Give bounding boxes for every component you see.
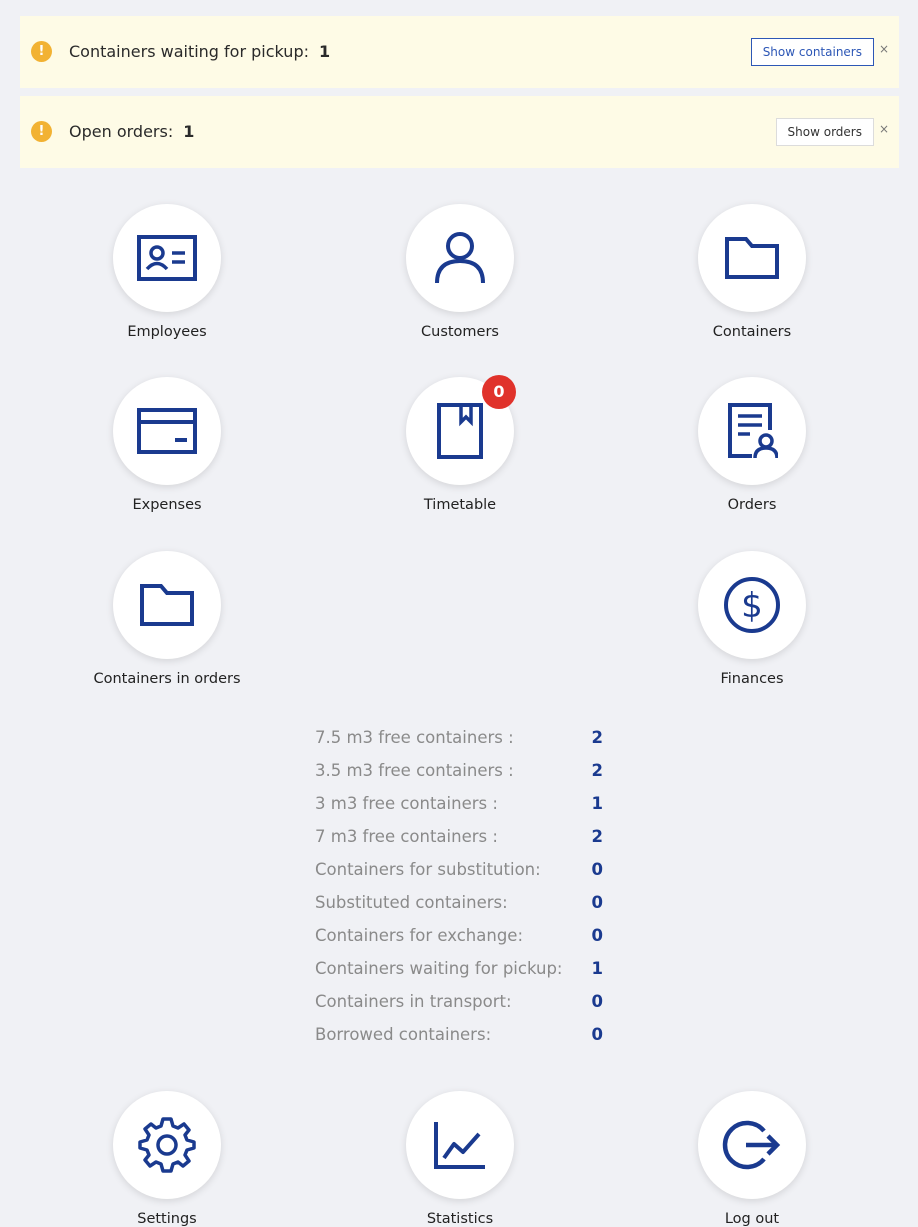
stat-value: 1 (591, 794, 603, 813)
timetable-button[interactable]: 0 (406, 375, 516, 485)
tile-label: Finances (720, 671, 784, 687)
tile-settings[interactable]: Settings (67, 1091, 267, 1227)
tile-label: Timetable (423, 497, 497, 513)
stat-row: Containers in transport: 0 (315, 992, 615, 1025)
expenses-button[interactable] (113, 377, 221, 485)
tile-label: Orders (727, 497, 777, 513)
finances-button[interactable]: $ (698, 551, 806, 659)
customers-button[interactable] (406, 204, 514, 312)
stat-label: Containers for exchange: (315, 926, 524, 945)
stat-label: Containers waiting for pickup: (315, 959, 563, 978)
stat-row: Substituted containers: 0 (315, 893, 615, 926)
stat-label: 3.5 m3 free containers : (315, 761, 514, 780)
tile-label: Statistics (426, 1211, 494, 1227)
tile-label: Employees (127, 324, 207, 340)
tile-timetable[interactable]: 0 Timetable (360, 375, 560, 513)
credit-card-icon (137, 408, 197, 454)
stat-value: 1 (591, 959, 603, 978)
stat-row: Borrowed containers: 0 (315, 1025, 615, 1058)
document-user-icon (728, 403, 778, 459)
stat-value: 0 (591, 992, 603, 1011)
tile-label: Settings (137, 1211, 197, 1227)
alert-open-orders: ! Open orders: 1 Show orders × (20, 96, 899, 168)
stat-row: Containers waiting for pickup: 1 (315, 959, 615, 992)
tile-label: Containers in orders (93, 671, 241, 687)
logout-button[interactable] (698, 1091, 806, 1199)
stat-value: 2 (591, 728, 603, 747)
id-card-icon (137, 235, 197, 281)
tile-customers[interactable]: Customers (360, 204, 560, 340)
dollar-icon: $ (724, 577, 780, 633)
user-icon (435, 232, 485, 284)
stat-row: 3.5 m3 free containers : 2 (315, 761, 615, 794)
stat-row: 7 m3 free containers : 2 (315, 827, 615, 860)
employees-button[interactable] (113, 204, 221, 312)
stat-label: Borrowed containers: (315, 1025, 492, 1044)
stat-row: 7.5 m3 free containers : 2 (315, 728, 615, 761)
show-orders-button[interactable]: Show orders (775, 118, 874, 146)
warning-icon: ! (31, 121, 52, 142)
tile-containers[interactable]: Containers (652, 204, 852, 340)
close-icon[interactable]: × (879, 122, 889, 136)
tile-orders[interactable]: Orders (652, 377, 852, 513)
stat-value: 0 (591, 860, 603, 879)
gear-icon (138, 1117, 196, 1173)
stat-value: 2 (591, 761, 603, 780)
warning-icon: ! (31, 41, 52, 62)
settings-button[interactable] (113, 1091, 221, 1199)
show-containers-button[interactable]: Show containers (750, 38, 874, 66)
stat-label: 7.5 m3 free containers : (315, 728, 514, 747)
tile-employees[interactable]: Employees (67, 204, 267, 340)
tile-logout[interactable]: Log out (652, 1091, 852, 1227)
alert-label: Containers waiting for pickup: (69, 42, 309, 61)
statistics-button[interactable] (406, 1091, 514, 1199)
alert-label: Open orders: (69, 122, 174, 141)
timetable-badge: 0 (482, 375, 516, 409)
tile-label: Containers (712, 324, 792, 340)
alert-count: 1 (319, 42, 331, 61)
tile-label: Expenses (132, 497, 202, 513)
tile-statistics[interactable]: Statistics (360, 1091, 560, 1227)
stat-row: 3 m3 free containers : 1 (315, 794, 615, 827)
tile-expenses[interactable]: Expenses (67, 377, 267, 513)
container-stats: 7.5 m3 free containers : 2 3.5 m3 free co… (315, 728, 615, 1058)
logout-icon (722, 1120, 781, 1170)
stat-row: Containers for substitution: 0 (315, 860, 615, 893)
folder-icon (725, 237, 779, 279)
alert-containers-waiting: ! Containers waiting for pickup: 1 Show c… (20, 16, 899, 88)
stat-label: 7 m3 free containers : (315, 827, 498, 846)
stat-value: 2 (591, 827, 603, 846)
stat-row: Containers for exchange: 0 (315, 926, 615, 959)
stat-label: Containers in transport: (315, 992, 512, 1011)
stat-value: 0 (591, 1025, 603, 1044)
svg-text:$: $ (741, 586, 763, 626)
book-icon (437, 403, 483, 459)
stat-label: Containers for substitution: (315, 860, 541, 879)
tile-containers-in-orders[interactable]: Containers in orders (67, 551, 267, 687)
stat-value: 0 (591, 893, 603, 912)
alert-count: 1 (183, 122, 195, 141)
stat-label: Substituted containers: (315, 893, 508, 912)
tile-label: Log out (724, 1211, 780, 1227)
tile-label: Customers (421, 324, 499, 340)
alert-text: Open orders: 1 (69, 122, 194, 141)
stat-label: 3 m3 free containers : (315, 794, 498, 813)
alert-text: Containers waiting for pickup: 1 (69, 42, 330, 61)
line-chart-icon (434, 1122, 485, 1169)
stat-value: 0 (591, 926, 603, 945)
containers-in-orders-button[interactable] (113, 551, 221, 659)
tile-finances[interactable]: $ Finances (652, 551, 852, 687)
orders-button[interactable] (698, 377, 806, 485)
close-icon[interactable]: × (879, 42, 889, 56)
containers-button[interactable] (698, 204, 806, 312)
folder-icon (140, 584, 194, 626)
